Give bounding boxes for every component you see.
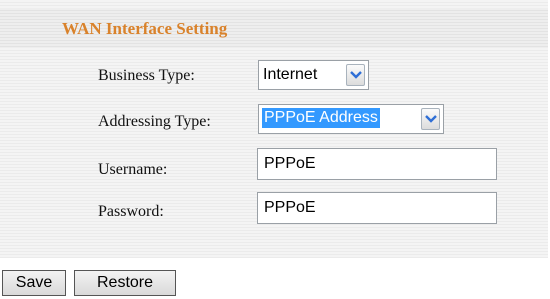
chevron-down-icon	[350, 71, 362, 79]
business-type-dropdown-button[interactable]	[346, 64, 365, 86]
business-type-select[interactable]: Internet	[258, 60, 369, 90]
addressing-type-dropdown-button[interactable]	[421, 108, 440, 130]
addressing-type-label: Addressing Type:	[98, 113, 211, 130]
business-type-value: Internet	[263, 66, 318, 83]
password-label: Password:	[98, 203, 164, 220]
password-input[interactable]: PPPoE	[257, 192, 497, 224]
business-type-label: Business Type:	[98, 67, 195, 84]
addressing-type-value: PPPoE Address	[262, 108, 380, 128]
restore-button[interactable]: Restore	[74, 270, 176, 296]
username-label: Username:	[98, 161, 168, 178]
save-button[interactable]: Save	[2, 270, 66, 296]
chevron-down-icon	[425, 115, 437, 123]
username-input[interactable]: PPPoE	[257, 148, 497, 180]
panel-title: WAN Interface Setting	[62, 19, 228, 38]
addressing-type-select[interactable]: PPPoE Address	[258, 104, 444, 134]
wan-settings-panel: WAN Interface Setting Business Type: Int…	[0, 0, 548, 258]
